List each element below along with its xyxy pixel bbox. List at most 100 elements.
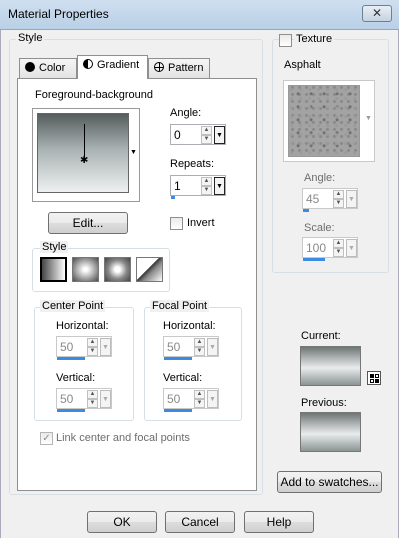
title-bar[interactable]: Material Properties ✕ bbox=[0, 0, 399, 30]
spin-up-icon[interactable]: ▲ bbox=[194, 338, 205, 347]
spin-down-icon[interactable]: ▼ bbox=[201, 135, 212, 144]
texture-label: Texture bbox=[294, 33, 335, 45]
focal-vertical-label: Vertical: bbox=[163, 372, 203, 384]
center-horizontal-value: 50 bbox=[60, 340, 74, 354]
ok-button[interactable]: OK bbox=[87, 511, 157, 533]
spin-down-icon[interactable]: ▼ bbox=[333, 199, 344, 208]
focal-vertical-value: 50 bbox=[167, 392, 181, 406]
invert-label: Invert bbox=[187, 217, 215, 229]
spin-down-icon[interactable]: ▼ bbox=[194, 399, 205, 408]
style-radial-button[interactable] bbox=[136, 257, 163, 282]
checkmark-icon: ✓ bbox=[42, 433, 51, 444]
focal-horizontal-stepper[interactable]: 50 ▲ ▼ ▼ bbox=[163, 336, 219, 360]
spin-up-icon[interactable]: ▲ bbox=[201, 126, 212, 135]
repeats-level-bar bbox=[171, 196, 175, 199]
style-group-legend: Style bbox=[16, 32, 45, 44]
dropdown-arrow-icon[interactable]: ▼ bbox=[100, 338, 111, 356]
dropdown-arrow-icon[interactable]: ▼ bbox=[100, 390, 111, 408]
cancel-button[interactable]: Cancel bbox=[165, 511, 235, 533]
previous-label: Previous: bbox=[301, 397, 347, 409]
link-points-label: Link center and focal points bbox=[56, 432, 190, 444]
texture-scale-stepper[interactable]: 100 ▲ ▼ ▼ bbox=[302, 237, 358, 261]
center-horizontal-label: Horizontal: bbox=[56, 320, 109, 332]
texture-scale-value: 100 bbox=[306, 241, 327, 255]
dropdown-arrow-icon[interactable]: ▼ bbox=[207, 338, 218, 356]
texture-angle-value: 45 bbox=[306, 192, 320, 206]
dropdown-arrow-icon[interactable]: ▼ bbox=[346, 239, 357, 257]
repeats-label: Repeats: bbox=[170, 158, 215, 170]
spin-up-icon[interactable]: ▲ bbox=[333, 239, 344, 248]
focal-horizontal-value: 50 bbox=[167, 340, 181, 354]
center-vertical-label: Vertical: bbox=[56, 372, 96, 384]
spin-down-icon[interactable]: ▼ bbox=[201, 186, 212, 195]
tab-gradient-label: Gradient bbox=[97, 59, 140, 71]
texture-scale-bar bbox=[303, 258, 325, 261]
center-vertical-stepper[interactable]: 50 ▲ ▼ ▼ bbox=[56, 388, 112, 412]
dropdown-arrow-icon[interactable]: ▼ bbox=[346, 190, 357, 208]
focal-vertical-stepper[interactable]: 50 ▲ ▼ ▼ bbox=[163, 388, 219, 412]
swap-icon[interactable] bbox=[367, 371, 381, 385]
center-horizontal-stepper[interactable]: 50 ▲ ▼ ▼ bbox=[56, 336, 112, 360]
dropdown-arrow-icon: ▼ bbox=[130, 149, 137, 156]
texture-angle-stepper[interactable]: 45 ▲ ▼ ▼ bbox=[302, 188, 358, 212]
texture-angle-bar bbox=[303, 209, 309, 212]
focal-horizontal-bar bbox=[164, 357, 192, 360]
angle-stepper[interactable]: 0 ▲ ▼ ▼ bbox=[170, 124, 226, 145]
texture-preview bbox=[288, 85, 360, 157]
texture-picker[interactable]: ▼ bbox=[283, 80, 375, 162]
repeats-value: 1 bbox=[174, 179, 181, 193]
spin-up-icon[interactable]: ▲ bbox=[87, 390, 98, 399]
dropdown-arrow-icon[interactable]: ▼ bbox=[214, 126, 225, 144]
spin-up-icon[interactable]: ▲ bbox=[333, 190, 344, 199]
tab-pattern-label: Pattern bbox=[168, 62, 204, 74]
dropdown-arrow-icon[interactable]: ▼ bbox=[207, 390, 218, 408]
tab-color[interactable]: Color bbox=[19, 58, 77, 79]
center-point-legend: Center Point bbox=[40, 300, 106, 312]
current-swatch bbox=[300, 346, 361, 386]
angle-value: 0 bbox=[174, 128, 181, 142]
spin-up-icon[interactable]: ▲ bbox=[194, 390, 205, 399]
pattern-icon bbox=[154, 62, 164, 72]
close-icon: ✕ bbox=[371, 6, 383, 20]
texture-checkbox[interactable] bbox=[279, 34, 292, 47]
spin-up-icon[interactable]: ▲ bbox=[87, 338, 98, 347]
spin-down-icon[interactable]: ▼ bbox=[194, 347, 205, 356]
gradient-preset-label: Foreground-background bbox=[35, 89, 154, 101]
center-horizontal-bar bbox=[57, 357, 85, 360]
spin-down-icon[interactable]: ▼ bbox=[333, 248, 344, 257]
tab-gradient[interactable]: Gradient bbox=[77, 55, 148, 79]
spin-down-icon[interactable]: ▼ bbox=[87, 347, 98, 356]
spin-up-icon[interactable]: ▲ bbox=[201, 177, 212, 186]
texture-scale-label: Scale: bbox=[304, 222, 335, 234]
repeats-stepper[interactable]: 1 ▲ ▼ ▼ bbox=[170, 175, 226, 199]
gradient-preview: ✱ bbox=[37, 113, 129, 193]
style-rectangular-button[interactable] bbox=[72, 257, 99, 282]
center-vertical-bar bbox=[57, 409, 85, 412]
window-title: Material Properties bbox=[8, 7, 109, 21]
gradient-center-marker: ✱ bbox=[80, 155, 89, 166]
spin-down-icon[interactable]: ▼ bbox=[87, 399, 98, 408]
gradient-preset-picker[interactable]: ✱ ▼ bbox=[32, 108, 140, 202]
focal-vertical-bar bbox=[164, 409, 192, 412]
focal-horizontal-label: Horizontal: bbox=[163, 320, 216, 332]
texture-angle-label: Angle: bbox=[304, 172, 336, 184]
help-button[interactable]: Help bbox=[244, 511, 314, 533]
style-linear-button[interactable] bbox=[40, 257, 67, 282]
invert-checkbox[interactable] bbox=[170, 217, 183, 230]
previous-swatch[interactable] bbox=[300, 412, 361, 452]
dropdown-arrow-icon[interactable]: ▼ bbox=[214, 177, 225, 195]
dropdown-arrow-icon: ▼ bbox=[365, 115, 372, 122]
center-vertical-value: 50 bbox=[60, 392, 74, 406]
add-to-swatches-button[interactable]: Add to swatches... bbox=[277, 471, 382, 493]
texture-name: Asphalt bbox=[284, 59, 321, 71]
half-circle-icon bbox=[83, 59, 93, 69]
link-points-checkbox[interactable]: ✓ bbox=[40, 432, 53, 445]
focal-point-legend: Focal Point bbox=[150, 300, 210, 312]
angle-label: Angle: bbox=[170, 107, 202, 119]
close-button[interactable]: ✕ bbox=[362, 5, 392, 22]
style-sunburst-button[interactable] bbox=[104, 257, 131, 282]
tab-color-label: Color bbox=[39, 62, 66, 74]
current-label: Current: bbox=[301, 330, 341, 342]
tab-pattern[interactable]: Pattern bbox=[148, 58, 210, 79]
edit-gradient-button[interactable]: Edit... bbox=[48, 212, 128, 234]
